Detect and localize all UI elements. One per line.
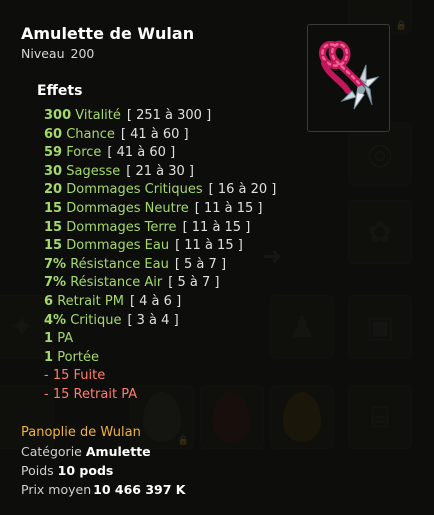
effect-value: 1 [44,349,54,365]
effect-name: Force [66,145,102,161]
level-value: 200 [70,46,95,61]
effect-name: Chance [66,126,115,142]
effect-value: 1 [44,331,54,347]
effect-row: 60 Chance [ 41 à 60 ] [44,126,276,145]
effect-value: 6 [44,293,54,309]
wulan-amulet-icon [319,40,380,110]
effect-name: Vitalité [75,108,121,123]
effect-range: [ 41 à 60 ] [107,145,176,161]
effect-range: [ 11 à 15 ] [175,238,243,254]
effect-name: Résistance Air [70,275,163,291]
price-label: Prix moyen [21,482,92,497]
effect-value: 7% [44,275,67,291]
effect-row: 15 Dommages Terre [ 11 à 15 ] [44,219,276,238]
effect-value: 59 [44,145,63,161]
effect-row: 7% Résistance Air [ 5 à 7 ] [44,274,276,293]
effect-row: 4% Critique [ 3 à 4 ] [44,312,276,331]
effect-range: [ 251 à 300 ] [126,108,212,123]
effect-value: 15 [44,200,63,216]
effect-row: 30 Sagesse [ 21 à 30 ] [44,163,276,182]
level-label: Niveau [21,46,65,61]
item-level: Niveau 200 [21,46,94,61]
effect-row: 1 Portée [44,349,276,368]
effect-range: [ 5 à 7 ] [168,275,220,291]
effect-row: 59 Force [ 41 à 60 ] [44,144,276,163]
effect-name: Dommages Critiques [66,182,203,198]
set-link[interactable]: Panoplie de Wulan [21,425,141,440]
effect-name: Portée [57,349,99,365]
effect-row: 20 Dommages Critiques [ 16 à 20 ] [44,181,276,200]
effects-title: Effets [37,83,83,99]
effect-value: 15 [44,238,63,254]
weight-row: Poids 10 pods [21,463,113,478]
effect-value: 4% [44,312,67,328]
effect-range: [ 4 à 6 ] [129,293,182,309]
effect-name: Dommages Terre [66,219,177,235]
item-image [307,24,390,132]
effect-row: 7% Résistance Eau [ 5 à 7 ] [44,256,276,275]
item-name: Amulette de Wulan [21,24,195,43]
effect-name: Dommages Neutre [66,200,189,216]
category-value: Amulette [85,444,151,459]
effect-value: - 15 [44,368,70,384]
effect-row: 6 Retrait PM [ 4 à 6 ] [44,293,276,312]
price-value: 10 466 397 K [93,482,186,497]
effect-name: Critique [70,312,122,328]
effect-value: 7% [44,256,67,272]
effect-row: 15 Dommages Neutre [ 11 à 15 ] [44,200,276,219]
effect-value: 15 [44,219,63,235]
effect-name: Retrait PM [57,293,124,309]
effect-value: 60 [44,126,63,142]
item-tooltip: Amulette de Wulan Niveau 200 Effets 300 V… [0,0,434,515]
effect-row: 1 PA [44,330,276,349]
category-label: Catégorie [21,444,82,459]
effect-value: - 15 [44,386,70,402]
effect-range: [ 11 à 15 ] [194,200,263,216]
effect-row: 15 Dommages Eau [ 11 à 15 ] [44,237,276,256]
effect-row: 300 Vitalité [ 251 à 300 ] [44,107,276,126]
effect-range: [ 41 à 60 ] [120,126,189,142]
effect-value: 20 [44,182,63,198]
effect-value: 30 [44,163,63,179]
effect-range: [ 11 à 15 ] [182,219,251,235]
effect-name: Dommages Eau [66,238,170,254]
effect-range: [ 3 à 4 ] [127,312,179,328]
effect-row: - 15 Retrait PA [44,386,276,405]
effect-range: [ 16 à 20 ] [208,182,277,198]
effect-name: Résistance Eau [70,256,169,272]
weight-value: 10 pods [57,463,114,478]
price-row: Prix moyen 10 466 397 K [21,482,185,497]
effect-name: Fuite [73,368,106,384]
effect-name: Retrait PA [73,386,138,402]
effect-range: [ 5 à 7 ] [174,256,227,272]
effect-row: - 15 Fuite [44,367,276,386]
effect-name: PA [57,331,74,347]
effect-name: Sagesse [66,163,121,179]
weight-label: Poids [21,463,54,478]
category-row: Catégorie Amulette [21,444,151,459]
effect-range: [ 21 à 30 ] [126,163,194,179]
effects-list: 300 Vitalité [ 251 à 300 ] 60 Chance [ 41 … [44,107,276,405]
effect-value: 300 [44,108,72,123]
